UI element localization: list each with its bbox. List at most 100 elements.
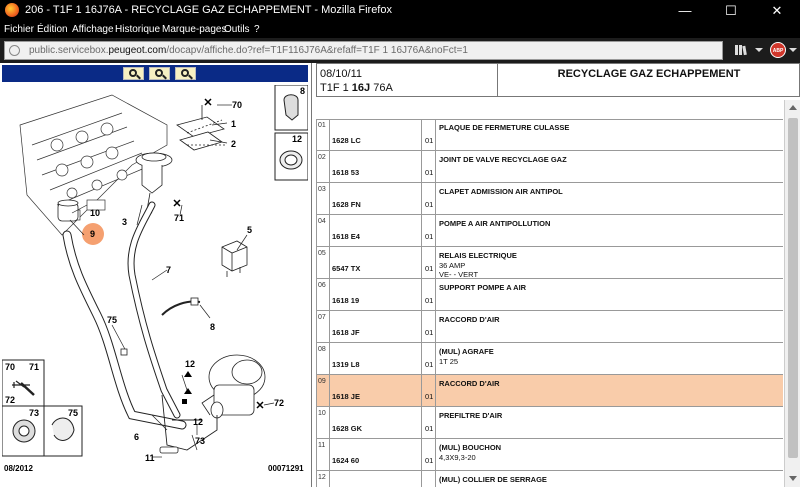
part-reference[interactable]: 1618 E4 (332, 232, 360, 241)
part-reference[interactable]: 1628 GK (332, 424, 362, 433)
part-quantity: 01 (425, 296, 434, 305)
part-reference[interactable]: 1618 JF (332, 328, 360, 337)
scrollbar-thumb[interactable] (788, 118, 798, 458)
date-code: 08/2012 (4, 464, 33, 473)
label-75[interactable]: 75 (107, 315, 117, 325)
part-reference[interactable]: 1628 LC (332, 136, 361, 145)
exploded-view-svg: 9 70 1 2 3 71 10 5 7 75 8 12 12 6 73 72 … (2, 85, 308, 473)
menu-arrow-icon[interactable] (751, 42, 767, 58)
parts-table: 01 1628 LC 01 PLAQUE DE FERMETURE CULASS… (316, 119, 783, 487)
part-description: JOINT DE VALVE RECYCLAGE GAZ (439, 155, 567, 164)
label-10[interactable]: 10 (90, 208, 100, 218)
zoom-fit-button[interactable] (175, 67, 196, 80)
document-number: 00071291 (268, 464, 304, 473)
table-row[interactable]: 02 1618 53 01 JOINT DE VALVE RECYCLAGE G… (316, 151, 783, 183)
relay (221, 240, 248, 277)
table-row[interactable]: 01 1628 LC 01 PLAQUE DE FERMETURE CULASS… (316, 119, 783, 151)
part-description: SUPPORT POMPE A AIR (439, 283, 527, 292)
table-row[interactable]: 07 1618 JF 01 RACCORD D'AIR (316, 311, 783, 343)
menu-historique[interactable]: Historique (115, 24, 160, 35)
maximize-button[interactable]: ☐ (708, 0, 754, 21)
part-index: 12 (318, 474, 326, 481)
menu-help[interactable]: ? (254, 24, 260, 35)
inset-label-8: 8 (300, 86, 305, 96)
table-row[interactable]: 08 1319 L8 01 (MUL) AGRAFE 1T 25 (316, 343, 783, 375)
url-field[interactable]: public.servicebox.peugeot.com/docapv/aff… (4, 41, 723, 60)
menu-fichier[interactable]: Fichier (4, 24, 34, 35)
scroll-up-arrow-icon[interactable] (785, 100, 800, 116)
table-row[interactable]: 03 1628 FN 01 CLAPET ADMISSION AIR ANTIP… (316, 183, 783, 215)
vertical-scrollbar[interactable] (784, 100, 800, 487)
label-11[interactable]: 11 (145, 453, 155, 463)
part-description: (MUL) AGRAFE (439, 347, 494, 356)
label-3[interactable]: 3 (122, 217, 127, 227)
closing-plate (176, 105, 227, 151)
part-reference[interactable]: 1618 19 (332, 296, 359, 305)
part-index: 08 (318, 346, 326, 353)
library-icon[interactable] (733, 42, 749, 58)
label-12-bottom[interactable]: 12 (193, 417, 203, 427)
label-71[interactable]: 71 (174, 213, 184, 223)
parts-header: 08/10/11 T1F 1 16J 76A RECYCLAGE GAZ ECH… (316, 63, 800, 97)
part-reference[interactable]: 1618 53 (332, 168, 359, 177)
label-12-top[interactable]: 12 (185, 359, 195, 369)
window-title: 206 - T1F 1 16J76A - RECYCLAGE GAZ ECHAP… (25, 4, 392, 16)
menu-outils[interactable]: Outils (224, 24, 250, 35)
part-quantity: 01 (425, 392, 434, 401)
part-index: 07 (318, 314, 326, 321)
scroll-down-arrow-icon[interactable] (785, 471, 800, 487)
part-quantity: 01 (425, 360, 434, 369)
part-index: 06 (318, 282, 326, 289)
page-title: RECYCLAGE GAZ ECHAPPEMENT (557, 68, 741, 80)
table-row[interactable]: 05 6547 TX 01 RELAIS ELECTRIQUE 36 AMP V… (316, 247, 783, 279)
table-row[interactable]: 12 (MUL) COLLIER DE SERRAGE (316, 471, 783, 487)
dropdown-icon[interactable] (786, 42, 800, 58)
zoom-in-button[interactable] (123, 67, 144, 80)
part-description: RACCORD D'AIR (439, 379, 500, 388)
part-index: 11 (318, 442, 326, 449)
page-content: 9 70 1 2 3 71 10 5 7 75 8 12 12 6 73 72 … (0, 63, 800, 487)
globe-icon (9, 45, 20, 56)
table-row[interactable]: 06 1618 19 01 SUPPORT POMPE A AIR (316, 279, 783, 311)
label-1[interactable]: 1 (231, 119, 236, 129)
label-6[interactable]: 6 (134, 432, 139, 442)
part-description: PREFILTRE D'AIR (439, 411, 503, 420)
menu-marque-pages[interactable]: Marque-pages (162, 24, 226, 35)
parts-diagram: 9 70 1 2 3 71 10 5 7 75 8 12 12 6 73 72 … (2, 85, 308, 485)
diagram-pane: 9 70 1 2 3 71 10 5 7 75 8 12 12 6 73 72 … (0, 63, 312, 487)
table-row[interactable]: 10 1628 GK 01 PREFILTRE D'AIR (316, 407, 783, 439)
part-index: 09 (318, 378, 326, 385)
part-detail: 4,3X9,3-20 (439, 453, 476, 462)
menu-affichage[interactable]: Affichage (72, 24, 114, 35)
part-index: 01 (318, 122, 326, 129)
part-detail: 1T 25 (439, 357, 459, 366)
table-row[interactable]: 11 1624 60 01 (MUL) BOUCHON 4,3X9,3-20 (316, 439, 783, 471)
menu-edition[interactable]: Édition (37, 24, 68, 35)
part-reference[interactable]: 1319 L8 (332, 360, 360, 369)
part-reference[interactable]: 6547 TX (332, 264, 360, 273)
label-7[interactable]: 7 (166, 265, 171, 275)
part-quantity: 01 (425, 200, 434, 209)
zoom-toolbar (2, 65, 308, 82)
part-reference[interactable]: 1618 JE (332, 392, 360, 401)
label-70[interactable]: 70 (232, 100, 242, 110)
part-quantity: 01 (425, 264, 434, 273)
label-73[interactable]: 73 (195, 436, 205, 446)
part-reference[interactable]: 1624 60 (332, 456, 359, 465)
label-8[interactable]: 8 (210, 322, 215, 332)
label-9[interactable]: 9 (90, 229, 95, 239)
table-row[interactable]: 04 1618 E4 01 POMPE A AIR ANTIPOLLUTION (316, 215, 783, 247)
part-quantity: 01 (425, 232, 434, 241)
part-index: 04 (318, 218, 326, 225)
part-reference[interactable]: 1628 FN (332, 200, 361, 209)
minimize-button[interactable]: — (662, 0, 708, 21)
label-5[interactable]: 5 (247, 225, 252, 235)
part-quantity: 01 (425, 136, 434, 145)
table-row-selected[interactable]: 09 1618 JE 01 RACCORD D'AIR (316, 375, 783, 407)
zoom-out-button[interactable] (149, 67, 170, 80)
label-72[interactable]: 72 (274, 398, 284, 408)
part-quantity: 01 (425, 424, 434, 433)
label-2[interactable]: 2 (231, 139, 236, 149)
adblock-icon[interactable]: ABP (770, 42, 786, 58)
close-button[interactable]: ✕ (754, 0, 800, 21)
